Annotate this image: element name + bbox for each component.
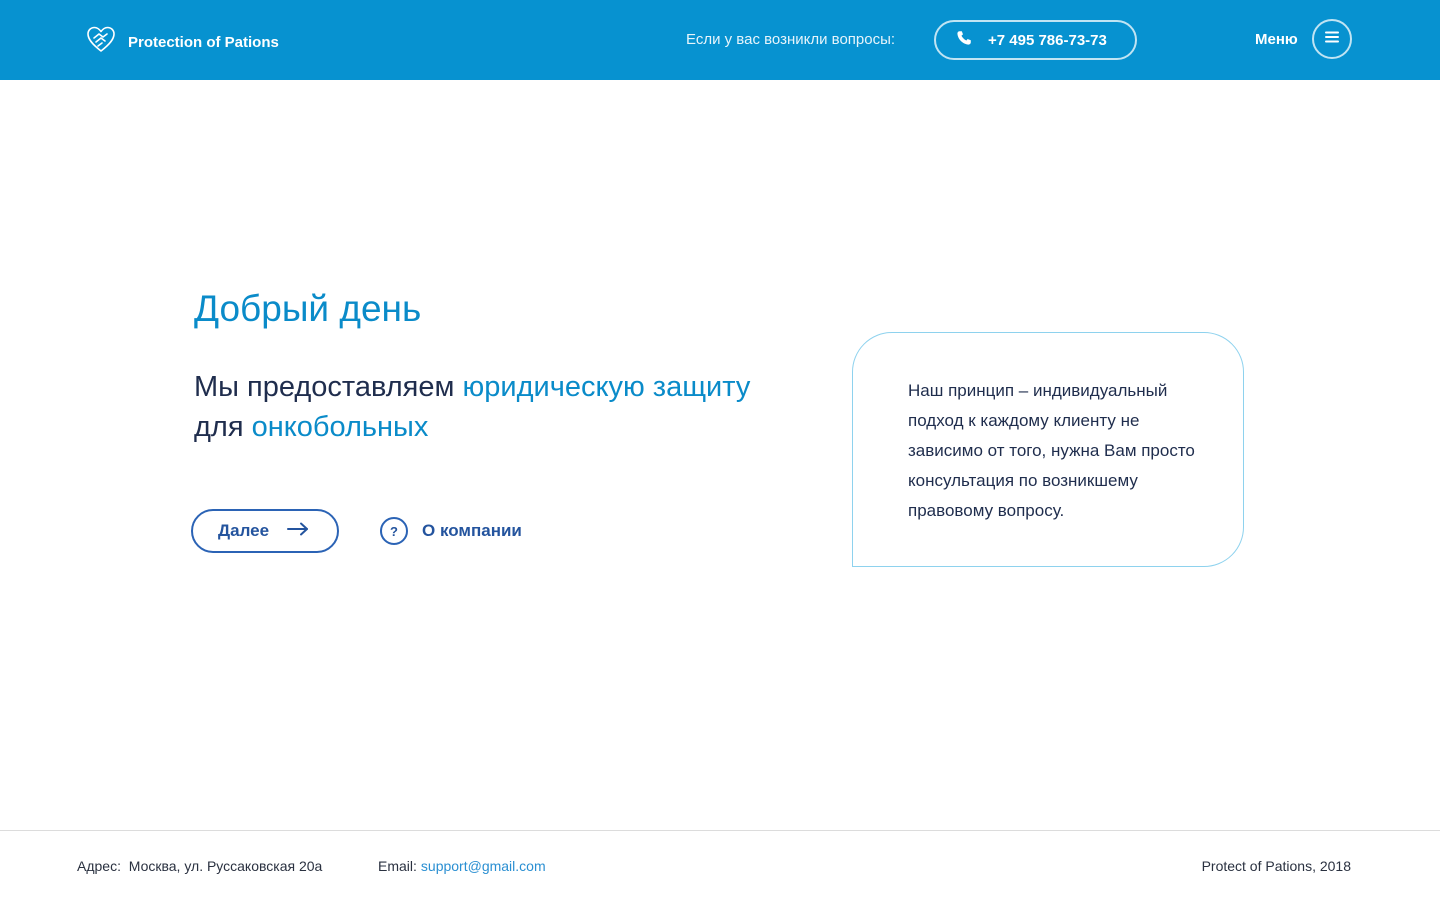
email-link[interactable]: support@gmail.com	[421, 858, 546, 874]
next-button-label: Далее	[218, 521, 270, 540]
footer-copyright: Protect of Pations, 2018	[1201, 858, 1351, 874]
tagline-highlight-patients: онкобольных	[251, 411, 429, 443]
phone-number: +7 495 786-73-73	[988, 31, 1107, 49]
tagline: Мы предоставляем юридическую защиту для …	[194, 367, 754, 447]
tagline-text: для	[194, 411, 252, 443]
header-bar: Protection of Pations Если у вас возникл…	[0, 0, 1440, 80]
logo[interactable]: Protection of Pations	[86, 25, 279, 60]
greeting-heading: Добрый день	[194, 288, 422, 329]
menu-button[interactable]	[1312, 19, 1352, 59]
footer-address: Адрес: Москва, ул. Руссаковская 20а	[77, 858, 322, 874]
next-button[interactable]: Далее	[191, 509, 339, 553]
arrow-right-icon	[287, 521, 309, 541]
heart-hands-icon	[86, 25, 116, 60]
footer-divider	[0, 830, 1440, 831]
tagline-text: Мы предоставляем	[194, 371, 463, 403]
menu-label[interactable]: Меню	[1255, 31, 1298, 48]
principle-card: Наш принцип – индивидуальный подход к ка…	[852, 332, 1244, 567]
tagline-highlight-legal: юридическую защиту	[462, 371, 751, 403]
address-label: Адрес:	[77, 858, 121, 874]
email-label: Email:	[378, 858, 417, 874]
phone-button[interactable]: +7 495 786-73-73	[934, 20, 1137, 60]
footer-email: Email: support@gmail.com	[378, 858, 546, 874]
about-company-label: О компании	[422, 521, 522, 540]
hamburger-icon	[1325, 30, 1339, 48]
questions-text: Если у вас возникли вопросы:	[686, 31, 896, 48]
question-circle-icon: ?	[380, 517, 408, 545]
phone-icon	[956, 30, 972, 50]
address-value: Москва, ул. Руссаковская 20а	[128, 858, 323, 874]
principle-text: Наш принцип – индивидуальный подход к ка…	[908, 381, 1195, 520]
brand-name: Protection of Pations	[128, 34, 279, 51]
about-company-link[interactable]: ? О компании	[380, 517, 522, 545]
